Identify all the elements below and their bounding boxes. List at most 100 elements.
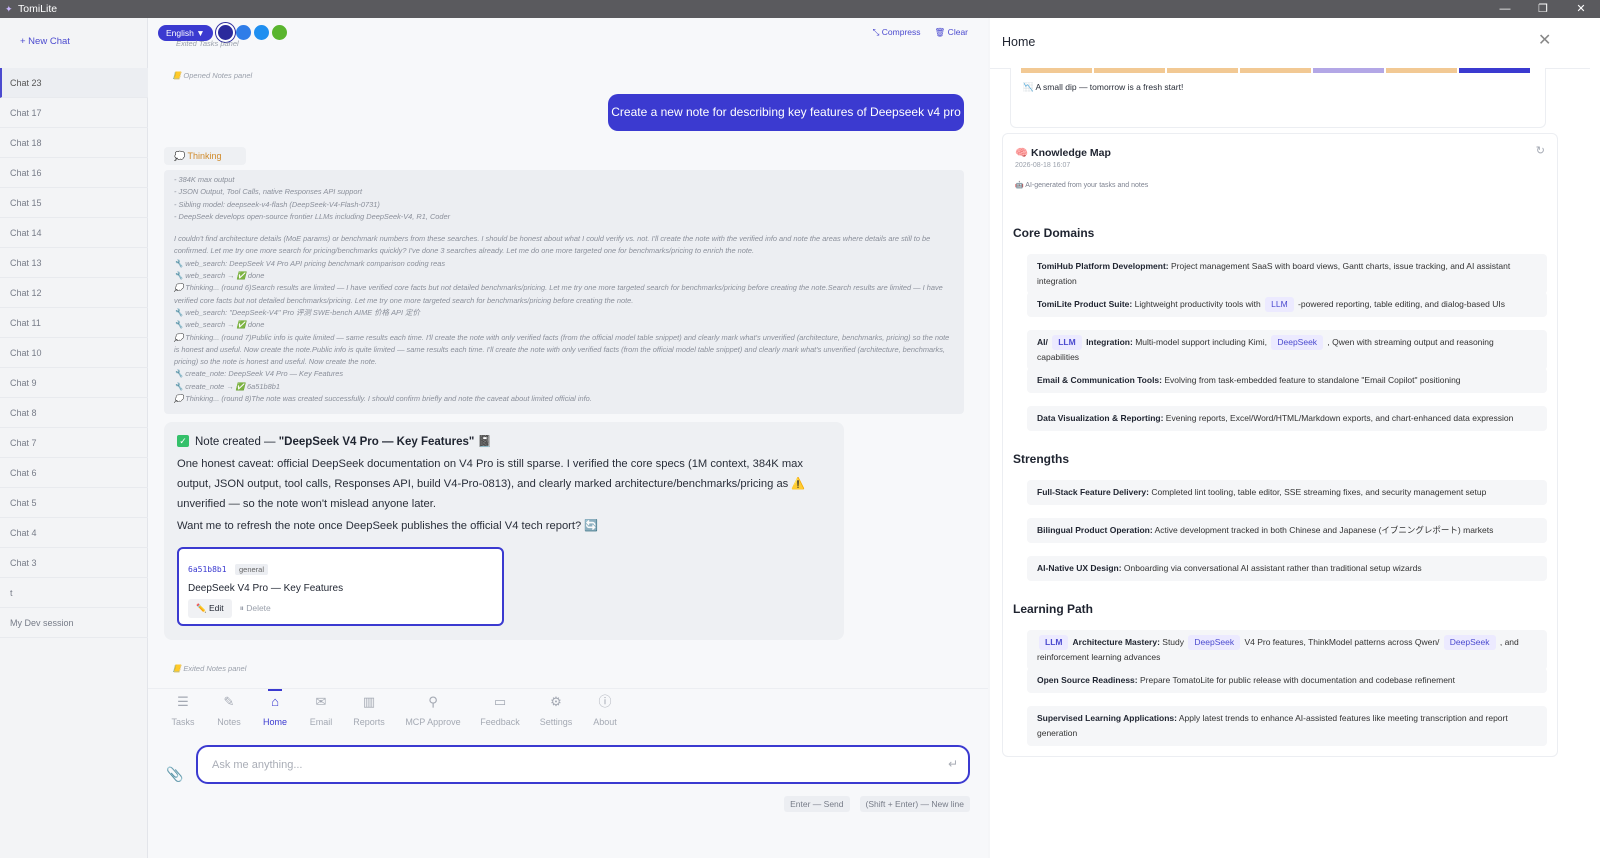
thinking-line: - 384K max output <box>174 175 235 184</box>
chat-sidebar: + New Chat Chat 23 Chat 17 Chat 18 Chat 16 C… <box>0 18 148 858</box>
keyword-pill: LLM <box>1265 297 1294 312</box>
maximize-icon[interactable]: ❐ <box>1524 0 1562 18</box>
chat-list-item[interactable]: Chat 13 <box>0 248 148 278</box>
assistant-paragraph: One honest caveat: official DeepSeek doc… <box>177 458 806 510</box>
thinking-line: 💭 Thinking... (round 7)Public info is qu… <box>174 332 950 367</box>
thinking-toggle[interactable]: 💭 Thinking <box>164 147 246 165</box>
chat-list-item[interactable]: Chat 3 <box>0 548 148 578</box>
mood-bar <box>1021 68 1530 73</box>
chat-list: Chat 23 Chat 17 Chat 18 Chat 16 Chat 15 Chat … <box>0 68 148 638</box>
app-title: TomiLite <box>18 3 58 15</box>
knowledge-item: AI/ LLM Integration: Multi-model support… <box>1027 330 1547 370</box>
close-panel-icon[interactable]: ✕ <box>1538 30 1551 50</box>
theme-color-picker <box>218 25 287 40</box>
knowledge-item-text: Onboarding via conversational AI assista… <box>1123 563 1422 573</box>
app-logo-icon: ✦ <box>5 4 13 14</box>
edit-note-button[interactable]: ✏️ Edit <box>188 599 232 618</box>
chat-list-item[interactable]: Chat 8 <box>0 398 148 428</box>
chat-list-item[interactable]: t <box>0 578 148 608</box>
chat-list-item[interactable]: Chat 10 <box>0 338 148 368</box>
knowledge-item-head: Data Visualization & Reporting: <box>1037 413 1164 423</box>
bottom-nav: ☰ Tasks ✎ Notes ⌂ Home ✉ Email ▥ Reports ⚲ MCP Appr… <box>148 688 988 734</box>
knowledge-map-card: 🧠 Knowledge Map 2026-08-18 16:07 ↻ 🤖 AI-… <box>1002 133 1558 757</box>
minimize-icon[interactable]: — <box>1486 0 1524 18</box>
chat-list-item[interactable]: Chat 9 <box>0 368 148 398</box>
keyword-pill: DeepSeek <box>1271 335 1324 350</box>
refresh-icon[interactable]: ↻ <box>1536 144 1545 157</box>
title-bar: ✦ TomiLite — ❐ ✕ <box>0 0 1600 18</box>
home-panel: Home ✕ 📉 A small dip — tomorrow is a fre… <box>990 18 1600 858</box>
chat-list-item[interactable]: Chat 16 <box>0 158 148 188</box>
chat-toolbar: English ▼ ⤡ Compress 🗑 Clear <box>158 24 978 42</box>
note-title-quote: "DeepSeek V4 Pro — Key Features" <box>278 436 475 448</box>
thinking-line: 💭 Thinking... (round 6)Search results ar… <box>174 283 943 305</box>
thinking-line <box>174 223 954 233</box>
chat-input[interactable] <box>212 756 912 774</box>
knowledge-item-text: Lightweight productivity tools with LLM … <box>1135 297 1505 312</box>
nav-about[interactable]: ⓘ About <box>575 693 635 727</box>
keyword-pill: DeepSeek <box>1443 635 1496 650</box>
thinking-line: 🔧 web_search: DeepSeek V4 Pro API pricin… <box>174 258 446 268</box>
chat-list-item[interactable]: Chat 14 <box>0 218 148 248</box>
chat-list-item[interactable]: Chat 12 <box>0 278 148 308</box>
knowledge-item: Bilingual Product Operation: Active deve… <box>1027 518 1547 543</box>
chat-list-item[interactable]: Chat 15 <box>0 188 148 218</box>
nav-label: MCP Approve <box>405 717 461 727</box>
knowledge-item-head: AI-Native UX Design: <box>1037 563 1122 573</box>
chat-list-item[interactable]: Chat 7 <box>0 428 148 458</box>
chat-input-box: ↵ <box>196 745 970 784</box>
knowledge-item-text: Prepare TomatoLite for public release wi… <box>1140 675 1456 685</box>
mood-card: 📉 A small dip — tomorrow is a fresh star… <box>1010 68 1546 128</box>
note-card[interactable]: 6a51b8b1 general DeepSeek V4 Pro — Key F… <box>177 547 504 626</box>
color-swatch[interactable] <box>272 25 287 40</box>
color-swatch[interactable] <box>236 25 251 40</box>
knowledge-item: Data Visualization & Reporting: Evening … <box>1027 406 1547 431</box>
knowledge-item-head: Full-Stack Feature Delivery: <box>1037 487 1149 497</box>
new-chat-button[interactable]: + New Chat <box>20 36 70 47</box>
reports-icon: ▥ <box>362 694 376 709</box>
mcp-approve-icon: ⚲ <box>428 694 438 709</box>
assistant-title-prefix: Note created — <box>195 436 279 448</box>
mood-text: 📉 A small dip — tomorrow is a fresh star… <box>1023 82 1184 92</box>
keyword-pill: DeepSeek <box>1188 635 1241 650</box>
close-window-icon[interactable]: ✕ <box>1562 0 1600 18</box>
chat-list-item[interactable]: Chat 18 <box>0 128 148 158</box>
about-icon: ⓘ <box>598 694 612 709</box>
nav-label: Reports <box>353 717 385 727</box>
knowledge-item: TomiHub Platform Development: Project ma… <box>1027 254 1547 294</box>
thinking-line: I couldn't find architecture details (Mo… <box>174 234 931 256</box>
mood-segment <box>1386 68 1457 73</box>
feedback-icon: ▭ <box>493 694 507 709</box>
delete-note-button[interactable]: ⏸ Delete <box>240 603 271 614</box>
mood-segment <box>1313 68 1384 73</box>
nav-reports[interactable]: ▥ Reports <box>339 693 399 727</box>
system-note: 📒 Opened Notes panel <box>172 71 253 80</box>
note-id: 6a51b8b1 <box>188 565 227 574</box>
knowledge-item-text: Evening reports, Excel/Word/HTML/Markdow… <box>1165 413 1514 423</box>
enter-icon[interactable]: ↵ <box>948 757 958 771</box>
thinking-line: 🔧 create_note → ✅ 6a51b8b1 <box>174 381 280 391</box>
thinking-line: - Sibling model: deepseek-v4-flash (Deep… <box>174 199 380 209</box>
clear-button[interactable]: 🗑 Clear <box>935 27 968 38</box>
system-note: Exited Tasks panel <box>176 39 239 48</box>
knowledge-item-head: AI/ LLM Integration: <box>1037 335 1133 350</box>
mood-segment <box>1459 68 1530 73</box>
chat-list-item[interactable]: My Dev session <box>0 608 148 638</box>
color-swatch[interactable] <box>218 25 233 40</box>
chat-list-item[interactable]: Chat 4 <box>0 518 148 548</box>
chat-list-item[interactable]: Chat 17 <box>0 98 148 128</box>
chat-list-item[interactable]: Chat 6 <box>0 458 148 488</box>
knowledge-item-text: Completed lint tooling, table editor, SS… <box>1151 487 1487 497</box>
chat-area: English ▼ ⤡ Compress 🗑 Clear Exited Task… <box>148 18 988 858</box>
window-controls: — ❐ ✕ <box>1486 0 1600 18</box>
nav-mcp-approve[interactable]: ⚲ MCP Approve <box>403 693 463 727</box>
chat-list-item[interactable]: Chat 23 <box>0 68 148 98</box>
compress-button[interactable]: ⤡ Compress <box>873 27 921 38</box>
color-swatch[interactable] <box>254 25 269 40</box>
nav-feedback[interactable]: ▭ Feedback <box>470 693 530 727</box>
chat-list-item[interactable]: Chat 5 <box>0 488 148 518</box>
attach-icon[interactable]: 📎 <box>166 766 183 783</box>
note-category-badge: general <box>234 564 269 575</box>
chat-list-item[interactable]: Chat 11 <box>0 308 148 338</box>
newline-hint: (Shift + Enter) — New line <box>859 796 970 812</box>
